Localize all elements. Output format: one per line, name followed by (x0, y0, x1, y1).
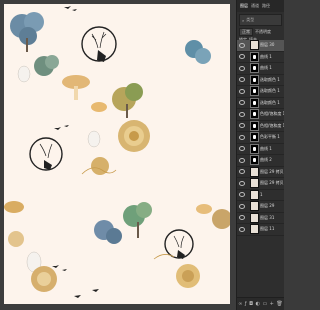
artboard[interactable] (4, 4, 230, 304)
blend-mode-select[interactable]: 正常 (239, 28, 253, 36)
visibility-eye-icon[interactable] (239, 192, 245, 198)
visibility-eye-icon[interactable] (239, 215, 245, 221)
layer-row[interactable]: 图层 30 (237, 40, 284, 52)
layer-row[interactable]: 色相/饱和度 1 (237, 109, 284, 121)
layer-name[interactable]: 图层 30 (260, 42, 284, 48)
tab-paths[interactable]: 路径 (262, 3, 270, 9)
layer-name[interactable]: 曲线 2 (260, 157, 284, 163)
tab-layers[interactable]: 图层 (240, 3, 248, 9)
visibility-eye-icon[interactable] (239, 123, 245, 129)
blend-row: 正常 不透明度 (239, 28, 282, 36)
floral-pattern-artwork (4, 6, 230, 298)
layer-thumbnail[interactable] (250, 40, 259, 51)
layer-row[interactable]: 选取颜色 1 (237, 97, 284, 109)
layer-thumbnail[interactable] (250, 166, 259, 177)
layer-row[interactable]: 色彩平衡 1 (237, 132, 284, 144)
panel-tabs: 图层 通道 路径 (237, 0, 284, 12)
layer-row[interactable]: 图层 11 (237, 224, 284, 236)
layer-name[interactable]: 图层 31 (260, 215, 284, 221)
visibility-eye-icon[interactable] (239, 65, 245, 71)
visibility-eye-icon[interactable] (239, 226, 245, 232)
layer-mask-thumbnail[interactable] (250, 74, 259, 85)
layer-mask-thumbnail[interactable] (250, 86, 259, 97)
layer-name[interactable]: 曲线 1 (260, 146, 284, 152)
layer-name[interactable]: 选取颜色 1 (260, 77, 284, 83)
layer-name[interactable]: 曲线 1 (260, 65, 284, 71)
tab-channels[interactable]: 通道 (251, 3, 259, 9)
layer-row[interactable]: 图层 29 拷贝 4 (237, 166, 284, 178)
layer-name[interactable]: 选取颜色 1 (260, 88, 284, 94)
visibility-eye-icon[interactable] (239, 100, 245, 106)
visibility-eye-icon[interactable] (239, 169, 245, 175)
layer-name[interactable]: 色彩平衡 1 (260, 134, 284, 140)
fx-icon[interactable]: ƒ (245, 301, 247, 307)
layer-list: 图层 30 曲线 1 曲线 1 选取颜色 1 选取颜色 1 选取颜色 1 色相/饱和度 1 色… (237, 40, 284, 236)
visibility-eye-icon[interactable] (239, 88, 245, 94)
visibility-eye-icon[interactable] (239, 111, 245, 117)
link-icon[interactable]: ∞ (238, 301, 242, 307)
document-canvas[interactable] (0, 0, 236, 310)
layer-name[interactable]: 图层 29 (260, 203, 284, 209)
layer-mask-thumbnail[interactable] (250, 97, 259, 108)
folder-icon[interactable]: ▭ (262, 301, 267, 307)
layer-name[interactable]: 色相/饱和度 1 (260, 123, 284, 129)
layer-row[interactable]: 曲线 1 (237, 63, 284, 75)
layers-panel: 图层 通道 路径 ⌕ 类型 正常 不透明度 锁定 填充 图层 30曲线 1曲线 … (236, 0, 284, 310)
adjustment-icon[interactable]: ◐ (256, 301, 260, 307)
filter-type-label: 类型 (246, 17, 255, 22)
layer-name[interactable]: 色相/饱和度 1 (260, 111, 284, 117)
visibility-eye-icon[interactable] (239, 134, 245, 140)
layer-thumbnail[interactable] (250, 212, 259, 223)
layer-mask-thumbnail[interactable] (250, 51, 259, 62)
layer-name[interactable]: 图层 29 拷贝 3 (260, 180, 284, 186)
layer-mask-thumbnail[interactable] (250, 155, 259, 166)
visibility-eye-icon[interactable] (239, 77, 245, 83)
layer-name[interactable]: 选取颜色 1 (260, 100, 284, 106)
layer-name[interactable]: 曲线 1 (260, 54, 284, 60)
layer-row[interactable]: 选取颜色 1 (237, 86, 284, 98)
visibility-eye-icon[interactable] (239, 54, 245, 60)
visibility-eye-icon[interactable] (239, 146, 245, 152)
layer-mask-thumbnail[interactable] (250, 120, 259, 131)
layer-thumbnail[interactable] (250, 189, 259, 200)
layer-name[interactable]: 图层 29 拷贝 4 (260, 169, 284, 175)
layers-bottom-bar: ∞ ƒ ◘ ◐ ▭ + 🗑 (237, 297, 284, 310)
layer-filter[interactable]: ⌕ 类型 (239, 14, 282, 26)
visibility-eye-icon[interactable] (239, 203, 245, 209)
layer-name[interactable]: 1 (260, 192, 284, 197)
mask-icon[interactable]: ◘ (249, 301, 253, 307)
layer-row[interactable]: 图层 29 (237, 201, 284, 213)
layer-mask-thumbnail[interactable] (250, 132, 259, 143)
layer-row[interactable]: 曲线 1 (237, 51, 284, 63)
search-icon: ⌕ (242, 17, 245, 23)
layer-thumbnail[interactable] (250, 201, 259, 212)
layer-mask-thumbnail[interactable] (250, 109, 259, 120)
layer-name[interactable]: 图层 11 (260, 226, 284, 232)
layer-row[interactable]: 图层 31 (237, 212, 284, 224)
layer-row[interactable]: 色相/饱和度 1 (237, 120, 284, 132)
opacity-label: 不透明度 (255, 29, 271, 34)
visibility-eye-icon[interactable] (239, 180, 245, 186)
visibility-eye-icon[interactable] (239, 42, 245, 48)
layer-mask-thumbnail[interactable] (250, 143, 259, 154)
layer-thumbnail[interactable] (250, 224, 259, 235)
layer-row[interactable]: 曲线 1 (237, 143, 284, 155)
layer-row[interactable]: 曲线 2 (237, 155, 284, 167)
layer-mask-thumbnail[interactable] (250, 63, 259, 74)
layer-row[interactable]: 图层 29 拷贝 3 (237, 178, 284, 190)
layer-row[interactable]: 选取颜色 1 (237, 74, 284, 86)
layer-row[interactable]: 1 (237, 189, 284, 201)
new-layer-icon[interactable]: + (270, 301, 274, 307)
trash-icon[interactable]: 🗑 (276, 301, 282, 307)
layer-thumbnail[interactable] (250, 178, 259, 189)
visibility-eye-icon[interactable] (239, 157, 245, 163)
